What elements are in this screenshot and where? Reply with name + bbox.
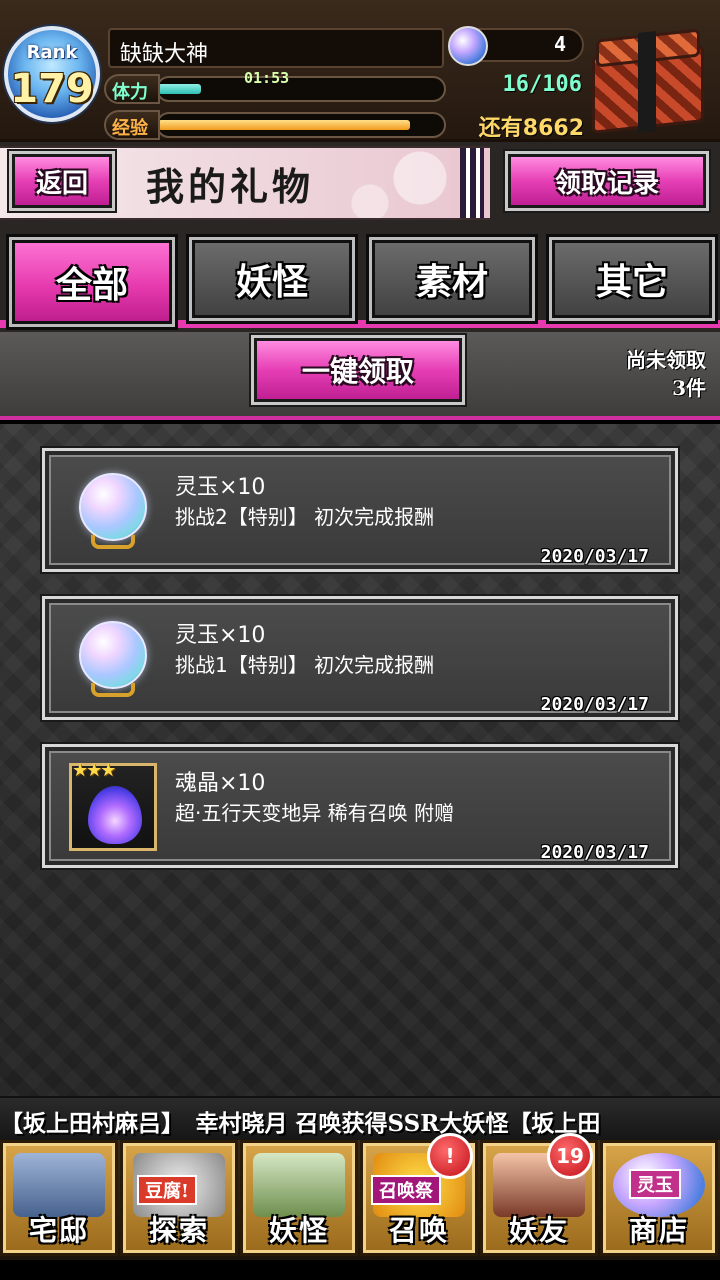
nav-label: 召唤 bbox=[388, 1214, 449, 1247]
gift-list[interactable]: 灵玉×10 挑战2【特别】 初次完成报酬 2020/03/17 灵玉×10 挑战… bbox=[0, 424, 720, 1096]
exp-fill bbox=[158, 120, 410, 130]
yokai-scroll-icon bbox=[253, 1153, 345, 1217]
unclaimed-counter: 尚未领取 3件 bbox=[626, 346, 706, 402]
page-header: 返回 我的礼物 领取记录 bbox=[0, 142, 720, 224]
stamina-fill bbox=[158, 84, 201, 94]
stamina-label: 体力 bbox=[104, 74, 160, 104]
friend-count-badge: 19 bbox=[547, 1133, 593, 1179]
tab-yokai[interactable]: 妖怪 bbox=[186, 234, 358, 324]
stamina-timer: 01:53 bbox=[244, 69, 290, 87]
orb-ball bbox=[79, 621, 147, 689]
mansion-icon bbox=[13, 1153, 105, 1217]
nav-label: 妖怪 bbox=[268, 1214, 329, 1247]
bottom-nav: 宅邸 豆腐! 探索 妖怪 召唤祭 ! 召唤 19 妖友 灵玉 商店 bbox=[0, 1133, 720, 1260]
tab-other[interactable]: 其它 bbox=[546, 234, 718, 324]
exp-bar: 经验 bbox=[104, 110, 448, 140]
nav-label: 探索 bbox=[148, 1214, 209, 1247]
claim-history-button[interactable]: 领取记录 bbox=[508, 154, 706, 208]
back-button[interactable]: 返回 bbox=[12, 154, 112, 208]
player-name: 缺缺大神 bbox=[108, 28, 444, 68]
stamina-track bbox=[156, 76, 446, 102]
nav-label: 商店 bbox=[628, 1214, 689, 1247]
summon-tag: 召唤祭 bbox=[371, 1175, 441, 1205]
nav-summon[interactable]: 召唤祭 ! 召唤 bbox=[360, 1133, 478, 1256]
exp-track bbox=[156, 112, 446, 138]
gift-description: 挑战1【特别】 初次完成报酬 bbox=[175, 653, 435, 677]
shop-tag: 灵玉 bbox=[629, 1169, 681, 1199]
gift-item[interactable]: 灵玉×10 挑战1【特别】 初次完成报酬 2020/03/17 bbox=[42, 596, 678, 720]
stamina-bar: 体力 01:53 bbox=[104, 69, 448, 104]
nav-friends[interactable]: 19 妖友 bbox=[480, 1133, 598, 1256]
soul-flame bbox=[88, 786, 142, 844]
remaining-count: 还有8662 bbox=[478, 116, 584, 141]
gift-date: 2020/03/17 bbox=[540, 694, 649, 715]
player-status-bar: Rank 179 缺缺大神 体力 01:53 经验 4 16/106 还有866… bbox=[0, 0, 720, 142]
nav-yokai[interactable]: 妖怪 bbox=[240, 1140, 358, 1256]
category-tabs: 全部 妖怪 素材 其它 bbox=[0, 224, 720, 332]
orb-stand bbox=[91, 535, 135, 549]
notification-badge: ! bbox=[427, 1133, 473, 1179]
gift-name: 灵玉×10 bbox=[175, 623, 266, 648]
ticker-text: 【坂上田村麻吕】 幸村晓月 召唤获得SSR大妖怪【坂上田 bbox=[0, 1110, 601, 1137]
rank-label: Rank bbox=[26, 42, 78, 63]
rank-badge[interactable]: Rank 179 bbox=[2, 26, 102, 136]
gem-count: 4 bbox=[553, 32, 566, 56]
system-nav-bar bbox=[0, 1260, 720, 1280]
orb-stand bbox=[91, 683, 135, 697]
news-ticker: 【坂上田村麻吕】 幸村晓月 召唤获得SSR大妖怪【坂上田 bbox=[0, 1096, 720, 1140]
gift-date: 2020/03/17 bbox=[540, 546, 649, 567]
tab-all[interactable]: 全部 bbox=[6, 234, 178, 330]
nav-label: 妖友 bbox=[508, 1214, 569, 1247]
rank-number: 179 bbox=[10, 66, 94, 112]
unclaimed-title: 尚未领取 bbox=[626, 348, 706, 372]
stamina-count: 16/106 bbox=[502, 72, 582, 97]
gift-name: 魂晶×10 bbox=[175, 771, 266, 796]
claim-all-button[interactable]: 一键领取 bbox=[254, 338, 462, 402]
gift-date: 2020/03/17 bbox=[540, 842, 649, 863]
gift-description: 超·五行天变地异 稀有召唤 附赠 bbox=[175, 801, 455, 825]
gift-name: 灵玉×10 bbox=[175, 475, 266, 500]
spirit-jade-icon bbox=[448, 26, 488, 66]
rarity-stars: ★★★ bbox=[72, 760, 116, 781]
soul-crystal-icon: ★★★ bbox=[69, 760, 157, 851]
nav-home[interactable]: 宅邸 bbox=[0, 1140, 118, 1256]
action-bar: 一键领取 尚未领取 3件 bbox=[0, 332, 720, 420]
exp-label: 经验 bbox=[104, 110, 160, 140]
tab-materials[interactable]: 素材 bbox=[366, 234, 538, 324]
unclaimed-count: 3件 bbox=[672, 376, 706, 400]
spirit-jade-orb-icon bbox=[73, 471, 153, 551]
nav-explore[interactable]: 豆腐! 探索 bbox=[120, 1140, 238, 1256]
page-title: 我的礼物 bbox=[146, 164, 315, 209]
nav-label: 宅邸 bbox=[28, 1214, 89, 1247]
gift-item[interactable]: 灵玉×10 挑战2【特别】 初次完成报酬 2020/03/17 bbox=[42, 448, 678, 572]
gift-item[interactable]: ★★★ 魂晶×10 超·五行天变地异 稀有召唤 附赠 2020/03/17 bbox=[42, 744, 678, 868]
gem-counter[interactable]: 4 bbox=[448, 26, 584, 66]
orb-ball bbox=[79, 473, 147, 541]
nav-shop[interactable]: 灵玉 商店 bbox=[600, 1140, 718, 1256]
explore-tag: 豆腐! bbox=[137, 1175, 197, 1205]
chest-strap bbox=[638, 31, 656, 133]
spirit-jade-orb-icon bbox=[73, 619, 153, 699]
gift-description: 挑战2【特别】 初次完成报酬 bbox=[175, 505, 435, 529]
gift-box-icon[interactable] bbox=[588, 28, 712, 134]
banner-stripes bbox=[460, 148, 484, 218]
